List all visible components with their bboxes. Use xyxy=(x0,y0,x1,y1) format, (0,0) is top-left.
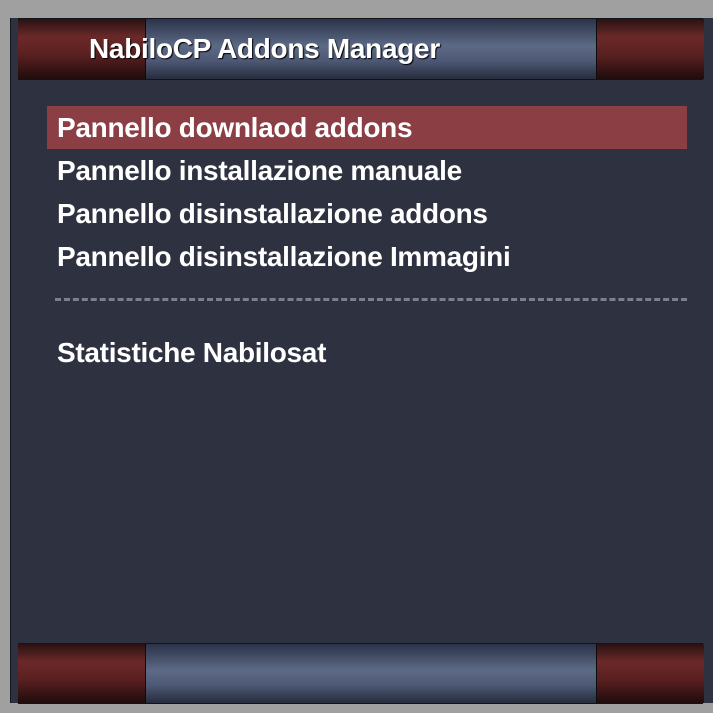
bottom-bar-right-cap xyxy=(596,644,704,703)
bottom-bar-left-cap xyxy=(18,644,146,703)
title-bar: NabiloCP Addons Manager xyxy=(18,18,704,80)
menu-item-manual-install[interactable]: Pannello installazione manuale xyxy=(47,149,687,192)
menu-item-statistics[interactable]: Statistiche Nabilosat xyxy=(47,331,687,374)
menu-item-uninstall-images[interactable]: Pannello disinstallazione Immagini xyxy=(47,235,687,278)
title-bar-right-cap xyxy=(596,19,704,79)
main-menu: Pannello downlaod addons Pannello instal… xyxy=(47,106,687,374)
menu-item-download-addons[interactable]: Pannello downlaod addons xyxy=(47,106,687,149)
window-title: NabiloCP Addons Manager xyxy=(89,33,440,64)
bottom-bar xyxy=(18,643,704,704)
menu-separator xyxy=(47,278,687,321)
menu-item-uninstall-addons[interactable]: Pannello disinstallazione addons xyxy=(47,192,687,235)
